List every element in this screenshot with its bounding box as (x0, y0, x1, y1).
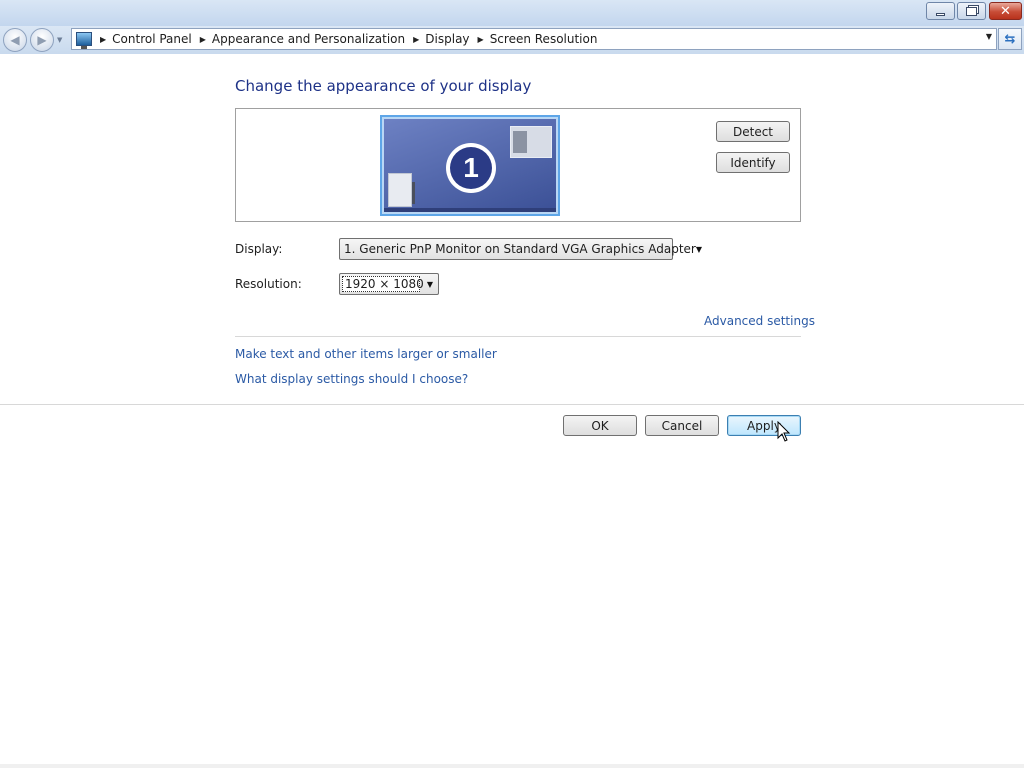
text-size-link[interactable]: Make text and other items larger or smal… (235, 347, 497, 361)
breadcrumb-display[interactable]: Display (425, 32, 469, 46)
preview-window-graphic (510, 126, 552, 158)
monitor-number: 1 (450, 147, 492, 189)
cancel-button[interactable]: Cancel (645, 415, 719, 436)
display-select-value: 1. Generic PnP Monitor on Standard VGA G… (344, 242, 696, 256)
forward-arrow-icon: ▶ (37, 33, 47, 47)
detect-button[interactable]: Detect (716, 121, 790, 142)
divider (235, 336, 801, 337)
chevron-down-icon: ▼ (426, 279, 434, 289)
resolution-select-value: 1920 × 1080 (342, 276, 424, 292)
bottom-edge (0, 764, 1024, 768)
minimize-button[interactable] (926, 2, 955, 20)
monitor-1-thumbnail[interactable]: 1 (380, 115, 560, 216)
refresh-button[interactable]: ⇆ (998, 28, 1022, 50)
navigation-bar: ◀ ▶ ▼ ▶ Control Panel ▶ Appearance and P… (0, 26, 1024, 54)
breadcrumb-separator-icon[interactable]: ▶ (100, 35, 106, 44)
forward-button[interactable]: ▶ (30, 28, 54, 52)
breadcrumb-screen-resolution[interactable]: Screen Resolution (490, 32, 598, 46)
breadcrumb-control-panel[interactable]: Control Panel (112, 32, 192, 46)
back-arrow-icon: ◀ (10, 33, 20, 47)
identify-button[interactable]: Identify (716, 152, 790, 173)
minimize-icon (936, 13, 945, 16)
page-title: Change the appearance of your display (235, 77, 532, 95)
monitor-number-badge: 1 (446, 143, 496, 193)
maximize-button[interactable] (957, 2, 986, 20)
display-select[interactable]: 1. Generic PnP Monitor on Standard VGA G… (339, 238, 702, 260)
preview-sidebar-graphic (388, 173, 415, 207)
refresh-icon: ⇆ (1004, 31, 1016, 47)
monitor-preview-panel: 1 Detect Identify (235, 108, 801, 222)
control-panel-icon (76, 32, 92, 49)
display-settings-help-link[interactable]: What display settings should I choose? (235, 372, 468, 386)
mouse-pointer-icon (777, 421, 791, 442)
address-history-dropdown-icon[interactable]: ▼ (986, 32, 992, 41)
preview-taskbar-graphic (384, 208, 556, 212)
breadcrumb-appearance[interactable]: Appearance and Personalization (212, 32, 405, 46)
chevron-down-icon: ▼ (695, 244, 702, 254)
back-button[interactable]: ◀ (3, 28, 27, 52)
advanced-settings-link[interactable]: Advanced settings (704, 314, 815, 328)
breadcrumb-separator-icon[interactable]: ▶ (478, 35, 484, 44)
footer-divider (0, 404, 1024, 405)
display-label: Display: (235, 242, 283, 256)
resolution-select[interactable]: 1920 × 1080 ▼ (339, 273, 439, 295)
restore-icon (966, 6, 977, 16)
breadcrumb-separator-icon[interactable]: ▶ (413, 35, 419, 44)
resolution-label: Resolution: (235, 277, 302, 291)
ok-button[interactable]: OK (563, 415, 637, 436)
recent-pages-dropdown-icon[interactable]: ▼ (57, 36, 62, 44)
address-bar[interactable]: ▶ Control Panel ▶ Appearance and Persona… (71, 28, 997, 50)
close-button[interactable]: ✕ (989, 2, 1022, 20)
breadcrumb-separator-icon[interactable]: ▶ (200, 35, 206, 44)
close-icon: ✕ (1000, 3, 1011, 19)
title-bar: ✕ (0, 0, 1024, 26)
